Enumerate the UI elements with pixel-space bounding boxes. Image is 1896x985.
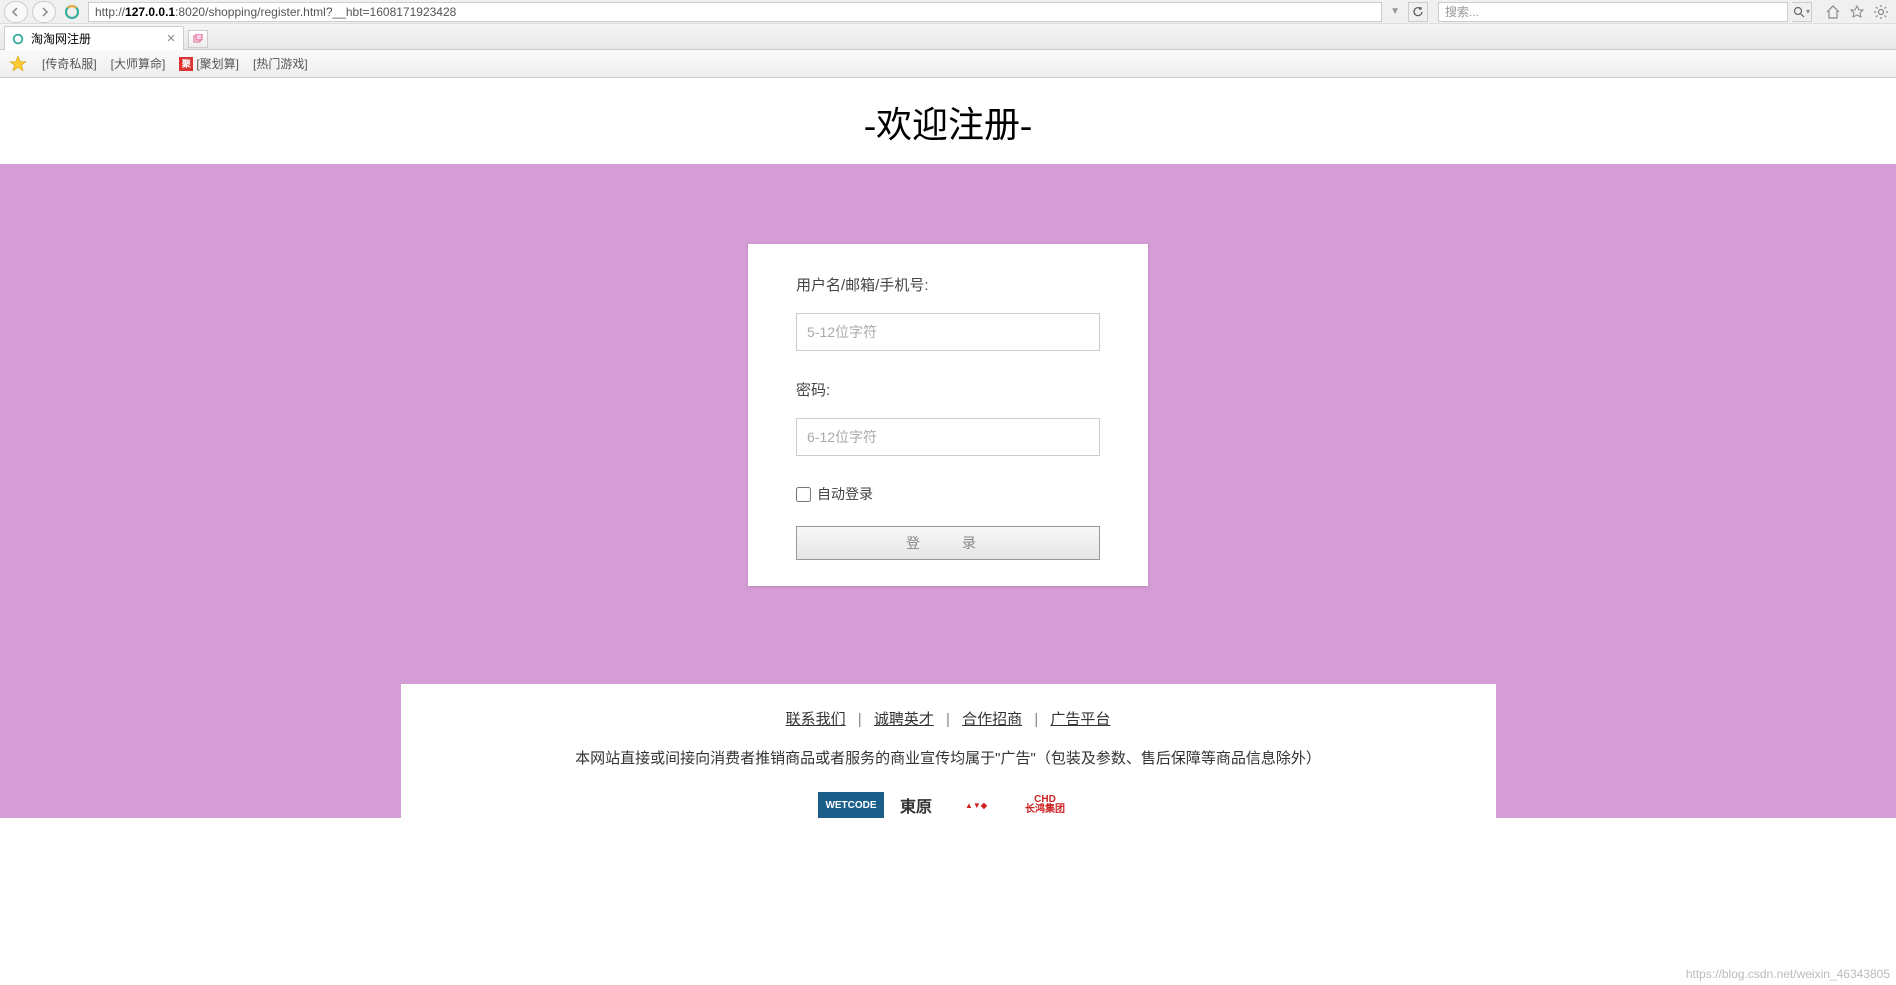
bookmark-link-0[interactable]: [传奇私服] [42, 55, 97, 72]
bookmark-link-3[interactable]: [热门游戏] [253, 55, 308, 72]
forward-button[interactable] [32, 1, 56, 23]
ie-icon [64, 4, 80, 20]
username-label: 用户名/邮箱/手机号: [796, 274, 1100, 295]
address-bar[interactable]: http://127.0.0.1:8020/shopping/register.… [88, 2, 1382, 22]
footer-logos: WETCODE 東原 ▲▼◆ CHD 长鸿集团 [441, 792, 1456, 818]
browser-toolbar: http://127.0.0.1:8020/shopping/register.… [0, 0, 1896, 24]
footer: 联系我们 | 诚聘英才 | 合作招商 | 广告平台 本网站直接或间接向消费者推销… [401, 684, 1496, 818]
page-content: -欢迎注册- 用户名/邮箱/手机号: 密码: 自动登录 登 录 联系我们 | 诚… [0, 78, 1896, 985]
login-form-card: 用户名/邮箱/手机号: 密码: 自动登录 登 录 [748, 244, 1148, 586]
auto-login-row[interactable]: 自动登录 [796, 484, 1100, 504]
url-host: 127.0.0.1 [125, 5, 175, 19]
page-title: -欢迎注册- [0, 96, 1896, 148]
tab-title: 淘淘网注册 [31, 30, 91, 47]
bookmark-bar: [传奇私服] [大师算命] 聚 [聚划算] [热门游戏] [0, 50, 1896, 78]
tab-bar: 淘淘网注册 ✕ [0, 24, 1896, 50]
auto-login-checkbox[interactable] [796, 487, 811, 502]
watermark: https://blog.csdn.net/weixin_46343805 [1686, 967, 1890, 981]
bookmark-link-1[interactable]: [大师算命] [111, 55, 166, 72]
footer-link-partnership[interactable]: 合作招商 [962, 711, 1022, 728]
auto-login-label: 自动登录 [817, 484, 873, 504]
new-tab-button[interactable] [188, 30, 208, 48]
main-section: 用户名/邮箱/手机号: 密码: 自动登录 登 录 联系我们 | 诚聘英才 | 合… [0, 164, 1896, 818]
favorites-icon[interactable] [1846, 2, 1868, 22]
refresh-button[interactable] [1408, 2, 1428, 22]
url-prefix: http:// [95, 5, 125, 19]
url-suffix: :8020/shopping/register.html?__hbt=16081… [175, 5, 456, 19]
logo-dongyuan: 東原 [892, 792, 940, 818]
tab-close-button[interactable]: ✕ [165, 33, 177, 45]
password-input[interactable] [796, 418, 1100, 456]
footer-link-contact[interactable]: 联系我们 [786, 711, 846, 728]
bookmark-badge: 聚 [179, 57, 193, 71]
logo-changhong: CHD 长鸿集团 [1012, 792, 1078, 818]
ie-favicon-icon [11, 32, 25, 46]
dropdown-arrow-icon[interactable]: ▼ [1390, 6, 1400, 17]
footer-links: 联系我们 | 诚聘英才 | 合作招商 | 广告平台 [441, 708, 1456, 729]
back-button[interactable] [4, 1, 28, 23]
logo-tooopen: ▲▼◆ [948, 792, 1004, 818]
logo-wetcode: WETCODE [818, 792, 884, 818]
password-label: 密码: [796, 379, 1100, 400]
search-button[interactable]: ▾ [1792, 2, 1812, 22]
home-icon[interactable] [1822, 2, 1844, 22]
footer-note: 本网站直接或间接向消费者推销商品或者服务的商业宣传均属于"广告"（包装及参数、售… [441, 747, 1456, 768]
settings-icon[interactable] [1870, 2, 1892, 22]
footer-link-advertising[interactable]: 广告平台 [1050, 711, 1110, 728]
username-input[interactable] [796, 313, 1100, 351]
login-button[interactable]: 登 录 [796, 526, 1100, 560]
bookmark-link-2[interactable]: 聚 [聚划算] [179, 55, 239, 72]
search-bar[interactable]: 搜索... [1438, 2, 1788, 22]
footer-link-careers[interactable]: 诚聘英才 [874, 711, 934, 728]
browser-tab[interactable]: 淘淘网注册 ✕ [4, 26, 184, 50]
favorites-star-icon[interactable] [8, 54, 28, 74]
search-placeholder: 搜索... [1445, 3, 1479, 20]
